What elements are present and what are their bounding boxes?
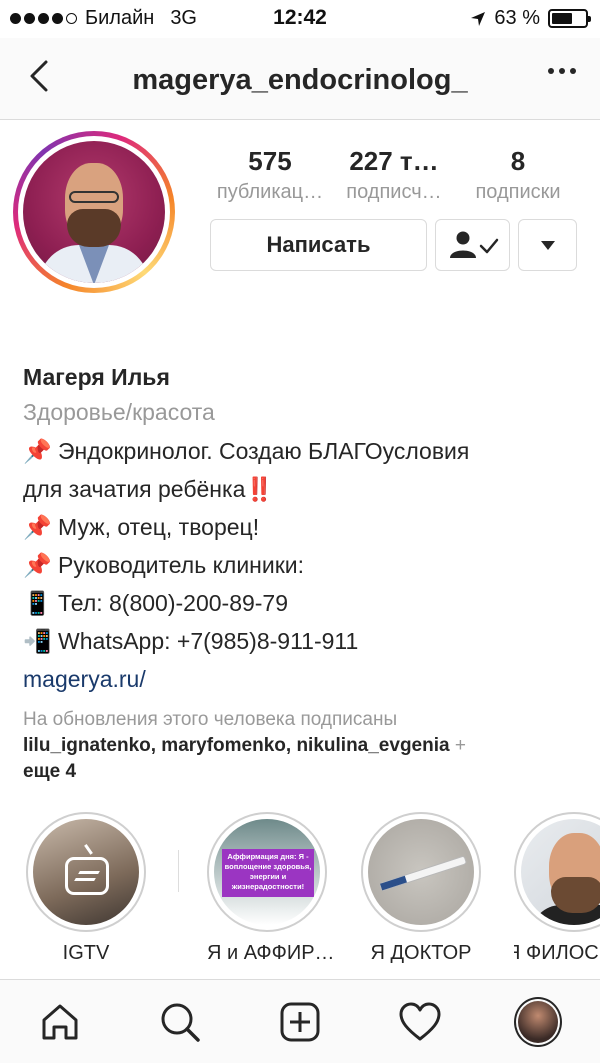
profile-header: magerya_endocrinolog_: [0, 38, 600, 120]
search-icon: [161, 1003, 200, 1042]
followers-label: подписч…: [346, 181, 442, 203]
highlight-label: Я и АФФИР…: [207, 942, 335, 964]
person-check-icon: [449, 231, 498, 258]
following-button[interactable]: [435, 219, 510, 271]
status-right: 63 %: [470, 7, 591, 30]
bio-line: 📱 Тел: 8(800)-200-89-79: [23, 590, 289, 616]
profile-stats: 575 публикац… 227 т… подписч… 8 подписки: [208, 146, 580, 204]
posts-label: публикац…: [216, 181, 324, 203]
story-highlights: IGTV Аффирмация дня: Я - воплощение здор…: [0, 812, 600, 972]
avatar: [514, 997, 562, 1047]
highlight-label: IGTV: [62, 942, 110, 964]
suggested-dropdown-button[interactable]: [518, 219, 577, 271]
bio-line: 📲 WhatsApp: +7(985)8-911-911: [23, 628, 359, 654]
tab-new-post[interactable]: [276, 998, 324, 1046]
highlight-philosophy[interactable]: Я ФИЛОС: [514, 812, 600, 965]
igtv-icon: [65, 857, 109, 895]
tab-search[interactable]: [156, 998, 204, 1046]
more-options-button[interactable]: [548, 68, 576, 74]
website-link[interactable]: magerya.ru/: [23, 660, 583, 698]
profile-avatar-story-ring[interactable]: [13, 131, 175, 293]
more-horizontal-icon: [548, 68, 554, 74]
triangle-down-icon: [540, 240, 555, 250]
bottom-tab-bar: [0, 979, 600, 1063]
followed-by[interactable]: На обновления этого человека подписаны l…: [23, 707, 583, 785]
following-count: 8: [510, 146, 526, 176]
followed-by-more: еще 4: [23, 761, 77, 782]
stat-following[interactable]: 8 подписки: [456, 146, 580, 204]
test-strip-image: [378, 855, 468, 892]
posts-count: 575: [248, 146, 292, 176]
add-post-icon: [280, 1002, 320, 1042]
battery-percent: 63 %: [494, 7, 540, 29]
followed-by-plus: +: [454, 735, 466, 756]
profile-bio: Магеря Илья Здоровье/красота 📌 Эндокрино…: [23, 362, 583, 698]
stat-followers[interactable]: 227 т… подписч…: [332, 146, 456, 204]
bio-line: 📌 Эндокринолог. Создаю БЛАГОусловия: [23, 438, 470, 464]
bio-line: для зачатия ребёнка‼️: [23, 476, 275, 502]
message-button[interactable]: Написать: [210, 219, 427, 271]
bio-line: 📌 Муж, отец, творец!: [23, 514, 260, 540]
stat-posts[interactable]: 575 публикац…: [208, 146, 332, 204]
highlight-doctor[interactable]: Я ДОКТОР: [361, 812, 481, 965]
profile-username: magerya_endocrinolog_: [132, 64, 468, 96]
affirmation-text: Аффирмация дня: Я - воплощение здоровья,…: [222, 849, 314, 897]
followers-count: 227 т…: [349, 146, 439, 176]
battery-level: [552, 13, 573, 24]
highlight-igtv[interactable]: IGTV: [26, 812, 146, 965]
bio-line: 📌 Руководитель клиники:: [23, 552, 305, 578]
location-arrow-icon: [471, 11, 486, 26]
followed-by-label: На обновления этого человека подписаны: [23, 709, 398, 730]
highlight-label: Я ДОКТОР: [370, 942, 472, 964]
avatar: [23, 141, 165, 283]
following-label: подписки: [475, 181, 561, 203]
tab-profile[interactable]: [514, 997, 562, 1047]
tab-home[interactable]: [36, 998, 84, 1046]
category-label: Здоровье/красота: [23, 399, 215, 425]
battery-icon: [548, 9, 591, 28]
full-name: Магеря Илья: [23, 364, 170, 390]
home-icon: [42, 1004, 78, 1040]
status-bar: Билайн 3G 12:42 63 %: [0, 0, 600, 38]
heart-icon: [399, 1002, 441, 1041]
tab-activity[interactable]: [396, 998, 444, 1046]
highlight-affirmations[interactable]: Аффирмация дня: Я - воплощение здоровья,…: [207, 812, 335, 965]
highlight-label: Я ФИЛОС: [514, 942, 599, 964]
highlights-divider: [178, 850, 179, 892]
followed-by-names: lilu_ignatenko, maryfomenko, nikulina_ev…: [23, 735, 450, 756]
